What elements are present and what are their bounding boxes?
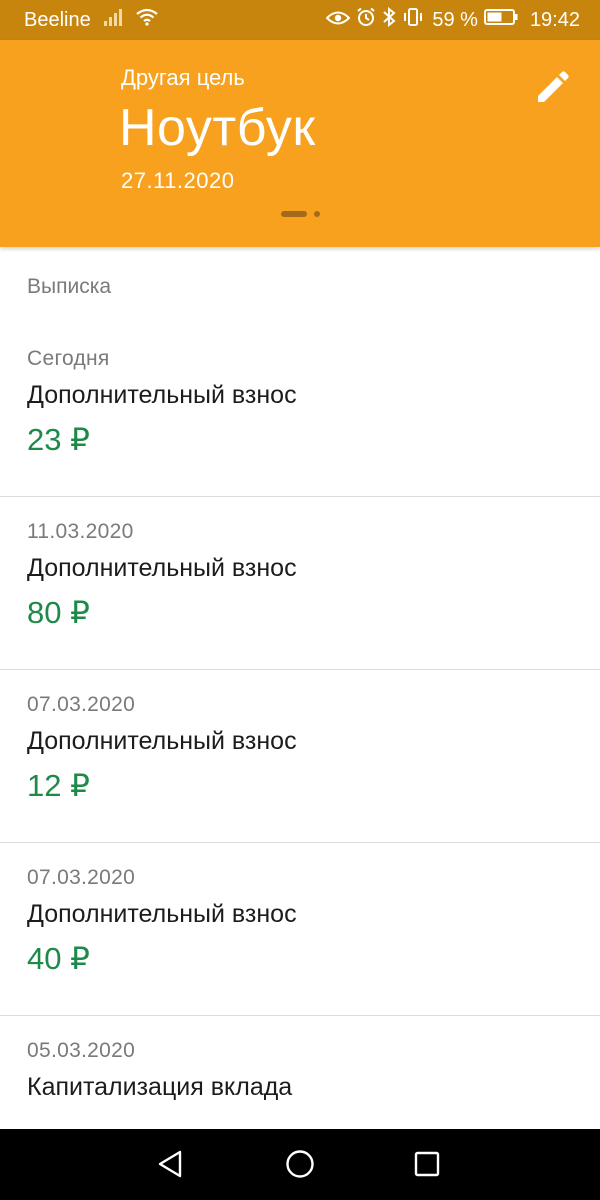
status-bar: Beeline 59 % 19:42 [0, 0, 600, 40]
statement-entry[interactable]: 11.03.2020 Дополнительный взнос 80 ₽ [0, 497, 600, 670]
entry-description: Дополнительный взнос [27, 554, 297, 582]
eye-icon [325, 9, 351, 32]
goal-date: 27.11.2020 [121, 168, 235, 193]
statement-entry[interactable]: 07.03.2020 Дополнительный взнос 12 ₽ [0, 670, 600, 843]
entry-date: Сегодня [27, 347, 110, 370]
entry-date: 07.03.2020 [27, 693, 136, 716]
entry-description: Капитализация вклада [27, 1073, 293, 1101]
entry-date: 07.03.2020 [27, 866, 136, 889]
signal-icon [103, 8, 123, 32]
statement-list[interactable]: Выписка Сегодня Дополнительный взнос 23 … [0, 247, 600, 1129]
entry-date: 11.03.2020 [27, 520, 134, 543]
navigation-bar [0, 1129, 600, 1200]
page-indicator-dot [314, 211, 320, 217]
home-icon [286, 1150, 314, 1178]
back-icon [158, 1150, 182, 1178]
clock: 19:42 [529, 8, 580, 31]
goal-title: Ноутбук [119, 99, 316, 157]
statement-title: Выписка [27, 275, 112, 298]
recents-button[interactable] [410, 1147, 444, 1181]
entry-amount: 23 ₽ [27, 422, 90, 457]
battery-percent: 59 % [432, 8, 478, 31]
page-indicator [281, 211, 320, 217]
vibrate-icon [402, 7, 424, 33]
goal-category: Другая цель [121, 65, 245, 90]
statement-entry[interactable]: Сегодня Дополнительный взнос 23 ₽ [0, 324, 600, 497]
edit-button[interactable] [530, 66, 574, 110]
statement-entry[interactable]: 05.03.2020 Капитализация вклада [0, 1016, 600, 1129]
entry-date: 05.03.2020 [27, 1039, 136, 1062]
home-button[interactable] [283, 1147, 317, 1181]
page-indicator-active [281, 211, 307, 217]
entry-description: Дополнительный взнос [27, 381, 297, 409]
carrier-name: Beeline [24, 8, 91, 31]
wifi-icon [135, 8, 159, 32]
goal-header[interactable]: Другая цель Ноутбук 27.11.2020 [0, 40, 600, 247]
back-button[interactable] [154, 1147, 188, 1181]
statement-entry[interactable]: 07.03.2020 Дополнительный взнос 40 ₽ [0, 843, 600, 1016]
entry-amount: 40 ₽ [27, 941, 90, 976]
entry-amount: 80 ₽ [27, 595, 90, 630]
recents-icon [414, 1151, 440, 1177]
bluetooth-icon [382, 6, 396, 33]
entry-description: Дополнительный взнос [27, 727, 297, 755]
entry-amount: 12 ₽ [27, 768, 90, 803]
alarm-icon [356, 7, 376, 33]
pencil-icon [538, 71, 569, 102]
entry-description: Дополнительный взнос [27, 900, 297, 928]
battery-icon [483, 8, 518, 32]
